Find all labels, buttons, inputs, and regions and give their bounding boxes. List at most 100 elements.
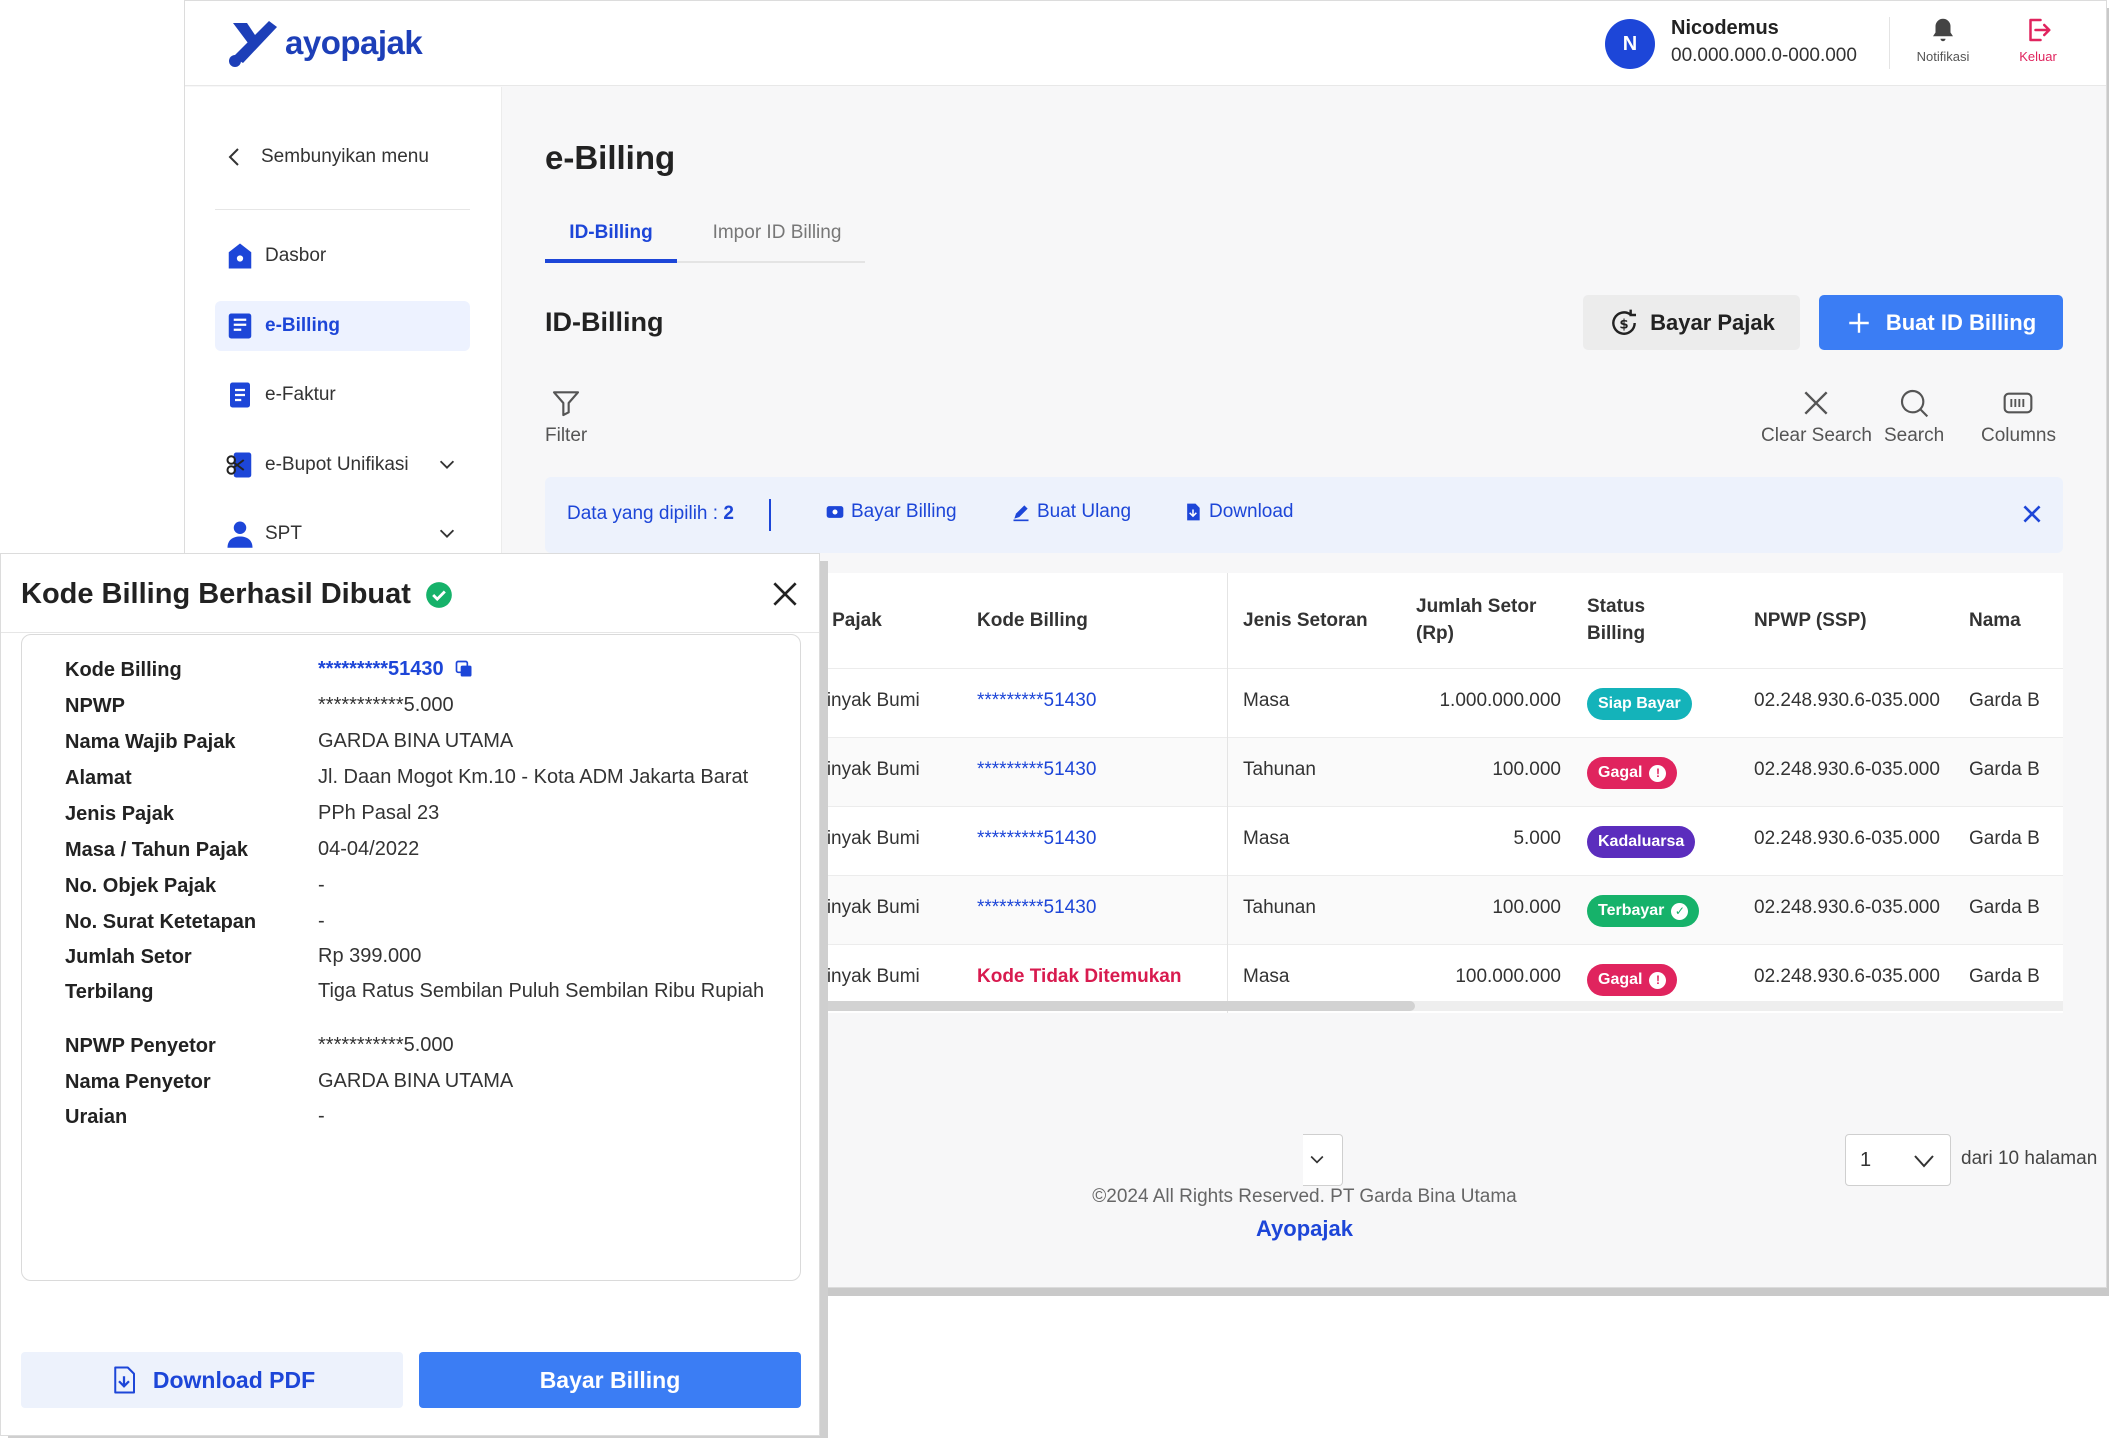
cell-jenis-pajak: Minyak Bumi: [811, 828, 920, 849]
filter-label: Filter: [545, 425, 588, 446]
user-npwp: 00.000.000.0-000.000: [1671, 45, 1857, 66]
filter-icon: [553, 391, 580, 417]
kode-billing-text: *********51430: [318, 658, 444, 680]
close-selection-icon[interactable]: [2019, 501, 2045, 527]
sidebar-divider: [215, 209, 470, 210]
page-title: e-Billing: [545, 139, 676, 176]
cell-npwp: 02.248.930.6-035.000: [1754, 828, 1940, 849]
modal-title: Kode Billing Berhasil Dibuat: [21, 578, 453, 611]
bayar-billing-action-label: Bayar Billing: [851, 501, 957, 522]
detail-label: NPWP Penyetor: [65, 1035, 216, 1057]
sidebar-item-e-billing[interactable]: e-Billing: [215, 301, 470, 351]
download-action-label: Download: [1209, 501, 1294, 522]
kode-billing-link[interactable]: *********51430: [977, 897, 1096, 919]
cell-jenis-setoran: Tahunan: [1243, 759, 1316, 780]
column-header-kode-billing[interactable]: Kode Billing: [977, 607, 1088, 634]
cell-nama: Garda B: [1969, 897, 2040, 918]
cell-nama: Garda B: [1969, 759, 2040, 780]
bell-icon: [1933, 18, 1953, 42]
hide-menu-button[interactable]: Sembunyikan menu: [223, 145, 429, 169]
buat-ulang-action-label: Buat Ulang: [1037, 501, 1132, 522]
buat-id-billing-button[interactable]: Buat ID Billing: [1819, 295, 2063, 350]
home-icon: [228, 243, 252, 269]
chevron-down-icon: [1310, 1155, 1324, 1164]
search-button[interactable]: Search: [1884, 387, 1944, 447]
status-badge-label: Siap Bayar: [1598, 695, 1681, 712]
buat-ulang-action[interactable]: Buat Ulang: [1011, 501, 1131, 523]
detail-value: PPh Pasal 23: [318, 802, 440, 824]
bayar-billing-action[interactable]: Bayar Billing: [825, 501, 957, 523]
cell-jenis-pajak: Minyak Bumi: [811, 897, 920, 918]
logout-button[interactable]: Keluar: [1993, 15, 2083, 64]
sidebar-item-label: SPT: [265, 523, 302, 544]
check-icon: ✓: [1671, 902, 1689, 920]
sidebar-item-spt[interactable]: SPT: [215, 509, 470, 559]
detail-label: Masa / Tahun Pajak: [65, 839, 249, 861]
clear-search-button[interactable]: Clear Search: [1761, 387, 1872, 447]
cell-jenis-setoran: Masa: [1243, 690, 1290, 711]
sidebar-item-label: e-Billing: [265, 315, 340, 336]
edit-icon: [1013, 505, 1029, 522]
copy-icon[interactable]: [454, 659, 474, 679]
column-header-status-billing[interactable]: Status Billing: [1587, 593, 1677, 647]
status-badge-label: Gagal: [1598, 971, 1643, 988]
cell-jenis-setoran: Tahunan: [1243, 897, 1316, 918]
tab-impor-id-billing[interactable]: Impor ID Billing: [697, 207, 857, 263]
column-header-jenis-setoran[interactable]: Jenis Setoran: [1243, 607, 1368, 634]
detail-label: NPWP: [65, 695, 125, 717]
filter-button[interactable]: Filter: [545, 387, 587, 447]
logout-icon: [2029, 18, 2051, 42]
cell-jumlah-setor: 1.000.000.000: [1439, 690, 1561, 711]
svg-text:$: $: [1619, 317, 1628, 332]
status-badge: Kadaluarsa: [1587, 826, 1696, 858]
wallet-icon: [826, 506, 844, 518]
sidebar-item-e-bupot-unifikasi[interactable]: e-Bupot Unifikasi: [215, 440, 470, 490]
bayar-billing-button[interactable]: Bayar Billing: [419, 1352, 801, 1408]
column-header-npwp-ssp[interactable]: NPWP (SSP): [1754, 607, 1867, 634]
kode-billing-link[interactable]: *********51430: [977, 690, 1096, 712]
cell-jenis-setoran: Masa: [1243, 828, 1290, 849]
column-header-nama[interactable]: Nama: [1969, 607, 2021, 634]
column-divider: [1227, 573, 1228, 1013]
logo-text: ayopajak: [285, 24, 423, 61]
clear-search-label: Clear Search: [1761, 425, 1872, 446]
detail-label: Jumlah Setor: [65, 946, 192, 968]
modal-close-icon[interactable]: [769, 578, 801, 610]
kode-billing-link[interactable]: *********51430: [977, 759, 1096, 781]
columns-button[interactable]: Columns: [1981, 387, 2056, 447]
notification-button[interactable]: Notifikasi: [1898, 15, 1988, 64]
refresh-dollar-icon: $: [1612, 309, 1637, 335]
logo[interactable]: ayopajak: [225, 17, 423, 69]
cell-nama: Garda B: [1969, 828, 2040, 849]
scissors-document-icon: [226, 452, 252, 478]
download-file-icon: [114, 1366, 135, 1394]
kode-billing-link[interactable]: *********51430: [977, 828, 1096, 850]
columns-label: Columns: [1981, 425, 2056, 446]
avatar[interactable]: N: [1605, 19, 1655, 69]
column-header-jumlah-setor[interactable]: Jumlah Setor (Rp): [1416, 593, 1556, 647]
download-pdf-button[interactable]: Download PDF: [21, 1352, 403, 1408]
status-badge-label: Kadaluarsa: [1598, 833, 1685, 850]
buat-id-billing-label: Buat ID Billing: [1885, 309, 2037, 335]
kode-billing-error: Kode Tidak Ditemukan: [977, 966, 1182, 987]
check-circle-icon: [426, 581, 452, 608]
column-header-jenis-pajak[interactable]: is Pajak: [811, 607, 882, 634]
download-file-icon: [1187, 503, 1200, 521]
cell-jenis-pajak: Minyak Bumi: [811, 759, 920, 780]
page-size-select[interactable]: [1303, 1134, 1343, 1186]
document-icon: [230, 382, 250, 408]
sidebar-item-dasbor[interactable]: Dasbor: [215, 231, 470, 281]
cell-jumlah-setor: 100.000.000: [1455, 966, 1561, 987]
status-badge: Gagal!: [1587, 964, 1678, 996]
cell-npwp: 02.248.930.6-035.000: [1754, 897, 1940, 918]
sidebar-item-e-faktur[interactable]: e-Faktur: [215, 370, 470, 420]
search-label: Search: [1884, 425, 1945, 446]
tab-id-billing[interactable]: ID-Billing: [545, 207, 677, 263]
detail-value: GARDA BINA UTAMA: [318, 730, 514, 752]
cell-nama: Garda B: [1969, 966, 2040, 987]
page-select[interactable]: 1: [1845, 1134, 1951, 1186]
download-action[interactable]: Download: [1183, 501, 1294, 523]
detail-value: ***********5.000: [318, 1034, 454, 1056]
billing-detail-card: Kode Billing *********51430 NPWP **********…: [21, 634, 801, 1281]
bayar-pajak-button[interactable]: $ Bayar Pajak: [1583, 295, 1800, 350]
